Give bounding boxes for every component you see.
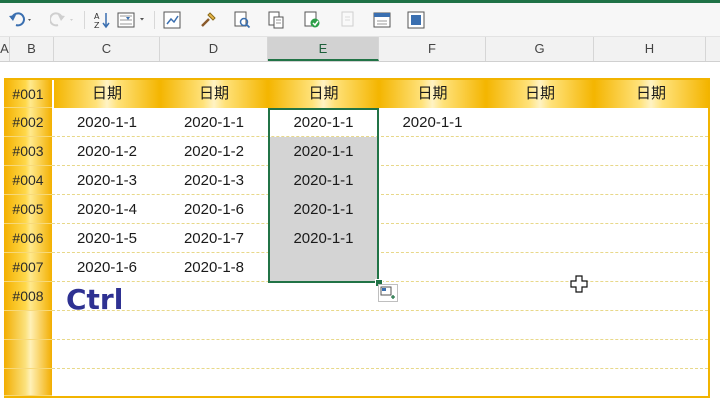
- filter-icon: [117, 12, 144, 28]
- mouse-cursor-icon: [570, 275, 588, 298]
- data-cell-selected[interactable]: [268, 253, 379, 282]
- column-header-f[interactable]: F: [379, 37, 486, 61]
- row-label[interactable]: [4, 369, 52, 396]
- disabled-icon: [341, 11, 354, 27]
- header-cell-date[interactable]: 日期: [54, 80, 160, 108]
- form-button[interactable]: [372, 11, 392, 29]
- data-cell[interactable]: 2020-1-6: [54, 253, 160, 282]
- data-cell[interactable]: 2020-1-3: [160, 166, 268, 195]
- redo-button[interactable]: [50, 11, 76, 29]
- form-icon: [373, 12, 391, 28]
- row-label[interactable]: #008: [4, 282, 52, 311]
- svg-text:A: A: [94, 12, 100, 21]
- undo-icon: [9, 12, 31, 27]
- copy-format-button[interactable]: [302, 11, 322, 29]
- row-label[interactable]: #005: [4, 195, 52, 224]
- chart-icon: [163, 11, 181, 29]
- column-header-row: A B C D E F G H: [0, 37, 720, 62]
- column-header-g[interactable]: G: [486, 37, 594, 61]
- column-header-d[interactable]: D: [160, 37, 268, 61]
- row-label[interactable]: [4, 311, 52, 340]
- print-preview-icon: [234, 11, 251, 29]
- data-cell-selected[interactable]: 2020-1-1: [268, 224, 379, 253]
- freeze-panes-button[interactable]: [406, 11, 426, 29]
- row-label[interactable]: [4, 340, 52, 369]
- keypress-overlay-text: Ctrl: [66, 283, 124, 316]
- header-cell-date[interactable]: 日期: [268, 80, 379, 108]
- gridline: [52, 310, 708, 311]
- format-painter-button[interactable]: [198, 11, 218, 29]
- data-cell[interactable]: 2020-1-7: [160, 224, 268, 253]
- column-header-b[interactable]: B: [10, 37, 54, 61]
- header-cell-date[interactable]: 日期: [160, 80, 268, 108]
- data-cell[interactable]: 2020-1-1: [379, 108, 486, 137]
- data-cell[interactable]: 2020-1-8: [160, 253, 268, 282]
- undo-button[interactable]: [8, 11, 34, 29]
- column-header-e[interactable]: E: [268, 37, 379, 61]
- data-cell[interactable]: 2020-1-5: [54, 224, 160, 253]
- data-cell[interactable]: 2020-1-6: [160, 195, 268, 224]
- column-header-a[interactable]: A: [0, 37, 10, 61]
- data-cell[interactable]: 2020-1-1: [160, 108, 268, 137]
- row-label[interactable]: #007: [4, 253, 52, 282]
- row-label[interactable]: #004: [4, 166, 52, 195]
- data-cell[interactable]: 2020-1-3: [54, 166, 160, 195]
- svg-text:Z: Z: [94, 21, 100, 29]
- chart-button[interactable]: [162, 11, 182, 29]
- sort-az-icon: A Z: [94, 12, 110, 29]
- data-cell-selected[interactable]: 2020-1-1: [268, 137, 379, 166]
- data-cell-selected[interactable]: 2020-1-1: [268, 195, 379, 224]
- gridline: [52, 339, 708, 340]
- gridline: [52, 368, 708, 369]
- column-header-c[interactable]: C: [54, 37, 160, 61]
- disabled-tool-button[interactable]: [338, 11, 358, 29]
- header-cell-date[interactable]: 日期: [379, 80, 486, 108]
- auto-fill-options-icon: [380, 286, 395, 299]
- data-cell[interactable]: 2020-1-4: [54, 195, 160, 224]
- data-cell[interactable]: 2020-1-2: [54, 137, 160, 166]
- row-label[interactable]: #002: [4, 108, 52, 137]
- auto-fill-options-button[interactable]: [378, 284, 398, 302]
- header-cell-date[interactable]: 日期: [486, 80, 594, 108]
- data-cell[interactable]: 2020-1-1: [54, 108, 160, 137]
- filter-button[interactable]: [116, 11, 148, 29]
- redo-icon: [50, 12, 73, 27]
- format-painter-icon: [201, 12, 216, 27]
- find-icon: [268, 11, 284, 29]
- data-cell-active[interactable]: 2020-1-1: [268, 108, 379, 137]
- data-cell-selected[interactable]: 2020-1-1: [268, 166, 379, 195]
- copy-format-icon: [304, 11, 320, 28]
- row-label[interactable]: #003: [4, 137, 52, 166]
- quick-access-toolbar: A Z: [0, 3, 720, 37]
- header-cell-date[interactable]: 日期: [594, 80, 708, 108]
- freeze-panes-icon: [407, 11, 425, 29]
- sort-button[interactable]: A Z: [92, 11, 112, 29]
- column-header-h[interactable]: H: [594, 37, 706, 61]
- find-button[interactable]: [266, 11, 286, 29]
- print-preview-button[interactable]: [232, 11, 252, 29]
- sheet-top-gap: [0, 62, 720, 78]
- row-label[interactable]: #001: [4, 80, 52, 108]
- data-cell[interactable]: 2020-1-2: [160, 137, 268, 166]
- row-label[interactable]: #006: [4, 224, 52, 253]
